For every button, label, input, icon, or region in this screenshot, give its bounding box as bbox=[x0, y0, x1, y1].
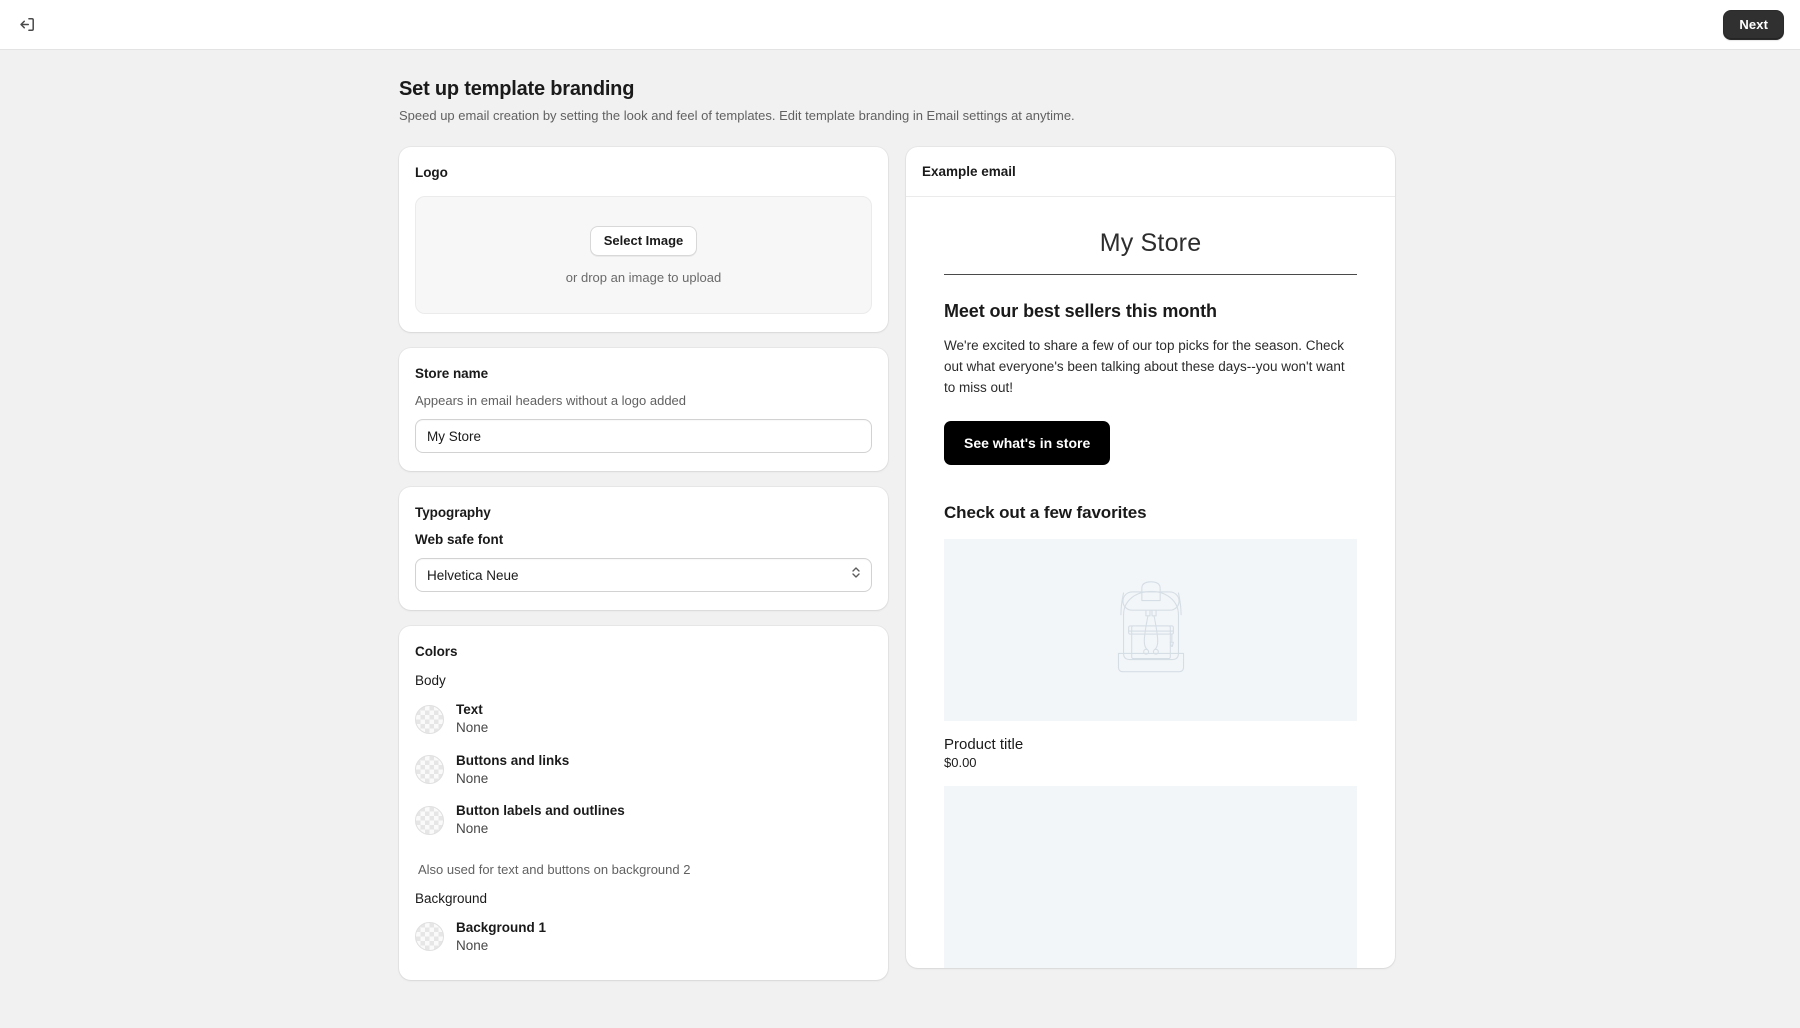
example-email-body: My Store Meet our best sellers this mont… bbox=[906, 197, 1395, 968]
color-swatch-icon[interactable] bbox=[415, 806, 444, 835]
preview-column: Example email My Store Meet our best sel… bbox=[906, 147, 1395, 968]
product-price: $0.00 bbox=[944, 755, 1357, 770]
page-body: Set up template branding Speed up email … bbox=[0, 50, 1800, 996]
typography-card-title: Typography bbox=[415, 505, 872, 520]
colors-card: Colors Body Text None B bbox=[399, 626, 888, 980]
settings-column: Logo Select Image or drop an image to up… bbox=[399, 147, 888, 996]
exit-icon bbox=[18, 15, 37, 34]
product-image-placeholder-secondary bbox=[944, 786, 1357, 968]
store-name-help-text: Appears in email headers without a logo … bbox=[415, 393, 872, 408]
logo-card: Logo Select Image or drop an image to up… bbox=[399, 147, 888, 332]
colors-card-title: Colors bbox=[415, 644, 872, 659]
logo-dropzone[interactable]: Select Image or drop an image to upload bbox=[415, 196, 872, 314]
color-swatch-icon[interactable] bbox=[415, 922, 444, 951]
web-safe-font-label: Web safe font bbox=[415, 532, 872, 547]
color-swatch-name: Text bbox=[456, 701, 488, 719]
email-cta-button[interactable]: See what's in store bbox=[944, 421, 1110, 465]
email-heading: Meet our best sellers this month bbox=[944, 301, 1357, 322]
color-swatch-value: None bbox=[456, 719, 488, 737]
page-title: Set up template branding bbox=[399, 78, 1395, 101]
color-swatch-icon[interactable] bbox=[415, 705, 444, 734]
color-swatch-name: Button labels and outlines bbox=[456, 802, 625, 820]
colors-background-group-label: Background bbox=[415, 891, 872, 906]
product-image-placeholder bbox=[944, 539, 1357, 721]
email-favorites-heading: Check out a few favorites bbox=[944, 503, 1357, 523]
select-image-button[interactable]: Select Image bbox=[590, 226, 698, 256]
color-swatch-value: None bbox=[456, 820, 625, 838]
product-title: Product title bbox=[944, 736, 1357, 753]
example-email-title: Example email bbox=[906, 147, 1395, 197]
colors-body-group-label: Body bbox=[415, 673, 872, 688]
color-swatch-row[interactable]: Background 1 None bbox=[415, 912, 872, 962]
web-safe-font-value: Helvetica Neue bbox=[427, 568, 519, 583]
color-swatch-name: Buttons and links bbox=[456, 752, 569, 770]
next-button[interactable]: Next bbox=[1723, 10, 1784, 40]
color-swatch-row[interactable]: Button labels and outlines None bbox=[415, 795, 872, 845]
color-swatch-value: None bbox=[456, 770, 569, 788]
color-swatch-icon[interactable] bbox=[415, 755, 444, 784]
color-swatch-row[interactable]: Buttons and links None bbox=[415, 745, 872, 795]
top-bar: Next bbox=[0, 0, 1800, 50]
store-name-card-title: Store name bbox=[415, 366, 872, 381]
store-name-input[interactable] bbox=[415, 419, 872, 453]
color-swatch-name: Background 1 bbox=[456, 919, 546, 937]
colors-note: Also used for text and buttons on backgr… bbox=[418, 862, 872, 877]
typography-card: Typography Web safe font Helvetica Neue bbox=[399, 487, 888, 610]
email-divider bbox=[944, 274, 1357, 275]
logo-card-title: Logo bbox=[415, 165, 872, 180]
drop-hint-text: or drop an image to upload bbox=[566, 270, 721, 285]
web-safe-font-select[interactable]: Helvetica Neue bbox=[415, 558, 872, 592]
store-name-card: Store name Appears in email headers with… bbox=[399, 348, 888, 471]
columns: Logo Select Image or drop an image to up… bbox=[399, 147, 1395, 996]
page-subtitle: Speed up email creation by setting the l… bbox=[399, 107, 1395, 125]
color-swatch-row[interactable]: Text None bbox=[415, 694, 872, 744]
email-paragraph: We're excited to share a few of our top … bbox=[944, 336, 1357, 399]
example-email-card: Example email My Store Meet our best sel… bbox=[906, 147, 1395, 968]
content-container: Set up template branding Speed up email … bbox=[399, 78, 1395, 996]
backpack-placeholder-icon bbox=[1090, 566, 1212, 693]
color-swatch-value: None bbox=[456, 937, 546, 955]
email-store-name: My Store bbox=[944, 219, 1357, 274]
exit-button[interactable] bbox=[10, 8, 44, 42]
